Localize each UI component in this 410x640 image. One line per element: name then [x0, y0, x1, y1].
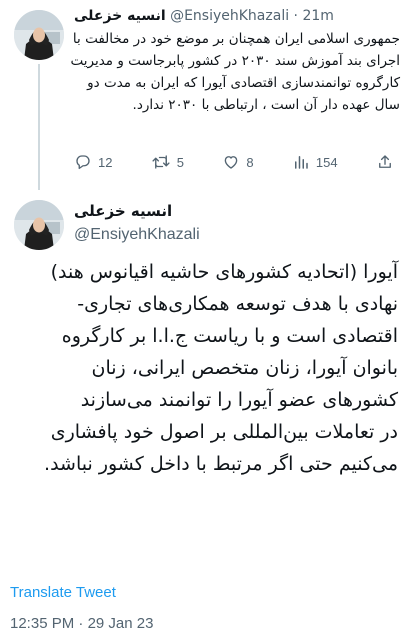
tweet-text: آیورا (اتحادیه کشورهای حاشیه اقیانوس هند…: [12, 256, 398, 480]
profile-photo-icon: [14, 200, 64, 250]
author-handle[interactable]: @EnsiyehKhazali: [170, 8, 289, 24]
tweet-1: انسیه خزعلی @EnsiyehKhazali · 21m جمهوری…: [0, 0, 410, 190]
tweet-text: جمهوری اسلامی ایران همچنان بر موضع خود د…: [70, 31, 400, 113]
author-handle[interactable]: @EnsiyehKhazali: [74, 224, 200, 246]
reply-button[interactable]: 12: [74, 153, 112, 171]
retweet-icon: [152, 155, 170, 169]
translate-tweet-link[interactable]: Translate Tweet: [10, 583, 116, 603]
share-button[interactable]: [376, 153, 394, 171]
tweet-header: انسیه خزعلی @EnsiyehKhazali · 21m: [74, 5, 400, 27]
view-count: 154: [315, 154, 338, 170]
tweet-time[interactable]: 12:35 PM: [10, 615, 74, 632]
like-count: 8: [246, 154, 254, 170]
thread-line: [38, 64, 40, 190]
analytics-icon: [294, 156, 308, 169]
tweet-paragraph: در تعاملات بین‌المللی بر اصول خود پافشار…: [44, 421, 398, 475]
reply-icon: [76, 155, 90, 170]
author-name[interactable]: انسیه خزعلی: [74, 8, 166, 24]
heart-icon: [225, 156, 238, 169]
tweet-paragraph: آیورا (اتحادیه کشورهای حاشیه اقیانوس هند…: [50, 261, 398, 411]
author-name[interactable]: انسیه خزعلی: [74, 200, 172, 222]
retweet-button[interactable]: 5: [151, 153, 184, 171]
retweet-count: 5: [176, 154, 185, 170]
tweet-date[interactable]: 29 Jan 23: [88, 615, 154, 632]
reply-count: 12: [98, 154, 113, 170]
action-bar: 12 5 8 154: [74, 150, 394, 174]
separator: ·: [78, 615, 84, 632]
avatar[interactable]: [14, 10, 64, 60]
like-button[interactable]: 8: [222, 153, 254, 171]
views-button[interactable]: 154: [292, 153, 338, 171]
separator: ·: [293, 8, 298, 24]
avatar[interactable]: [14, 200, 64, 250]
tweet-timestamp: 12:35 PM · 29 Jan 23: [10, 614, 153, 634]
profile-photo-icon: [14, 10, 64, 60]
tweet-time[interactable]: 21m: [302, 8, 333, 24]
share-icon: [379, 155, 391, 168]
